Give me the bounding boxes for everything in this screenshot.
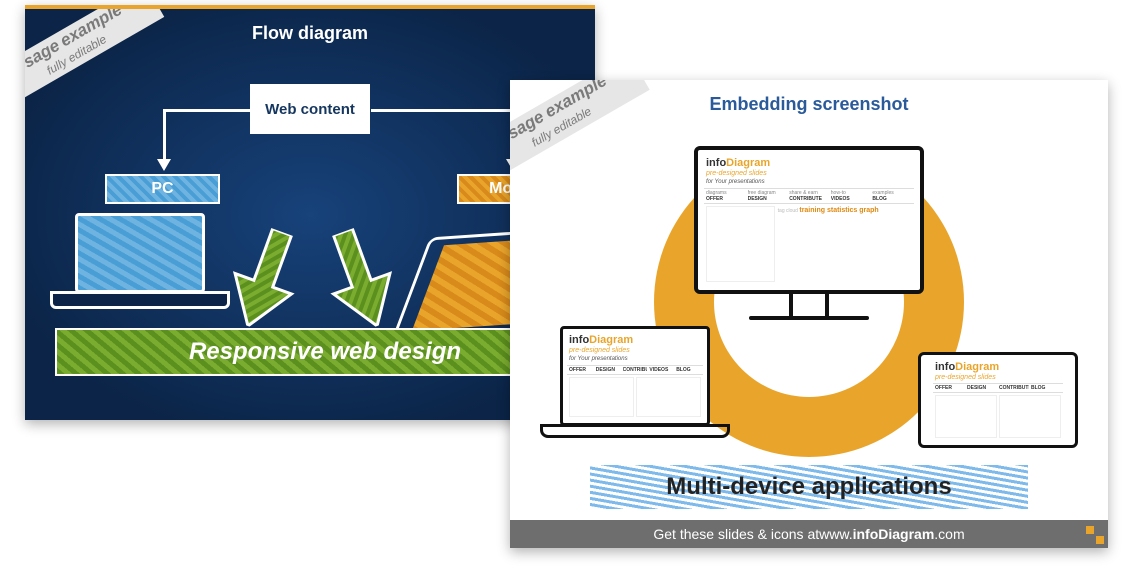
multi-device-applications-bar: Multi-device applications: [590, 465, 1028, 509]
web-content-box: Web content: [250, 84, 370, 134]
slide2-title: Embedding screenshot: [510, 94, 1108, 115]
website-screenshot: infoDiagram pre-designed slides for Your…: [704, 156, 914, 284]
tablet-icon: infoDiagram pre-designed slides OFFER DE…: [918, 352, 1078, 448]
website-screenshot: infoDiagram pre-designed slides for Your…: [567, 333, 703, 419]
connector-line: [371, 109, 515, 112]
arrow-down-icon: [157, 159, 171, 171]
monitor-icon: infoDiagram pre-designed slides for Your…: [694, 146, 924, 336]
laptop-icon: [50, 213, 230, 323]
connector-line: [163, 109, 166, 161]
laptop-icon: infoDiagram pre-designed slides for Your…: [540, 326, 730, 452]
pc-tag: PC: [105, 174, 220, 204]
logo-corner-icon: [1086, 526, 1104, 544]
arrow-down-icon: [215, 220, 315, 338]
slide-embedding-screenshot: Usage example fully editable Embedding s…: [510, 80, 1108, 548]
slide1-title: Flow diagram: [25, 23, 595, 44]
arrow-down-icon: [310, 220, 410, 338]
website-screenshot: infoDiagram pre-designed slides OFFER DE…: [933, 360, 1063, 440]
usage-example-ribbon: Usage example fully editable: [25, 5, 164, 112]
connector-line: [163, 109, 251, 112]
footer-bar: Get these slides & icons at www.infoDiag…: [510, 520, 1108, 548]
site-nav: diagramsOFFER free diagramDESIGN share &…: [704, 188, 914, 204]
